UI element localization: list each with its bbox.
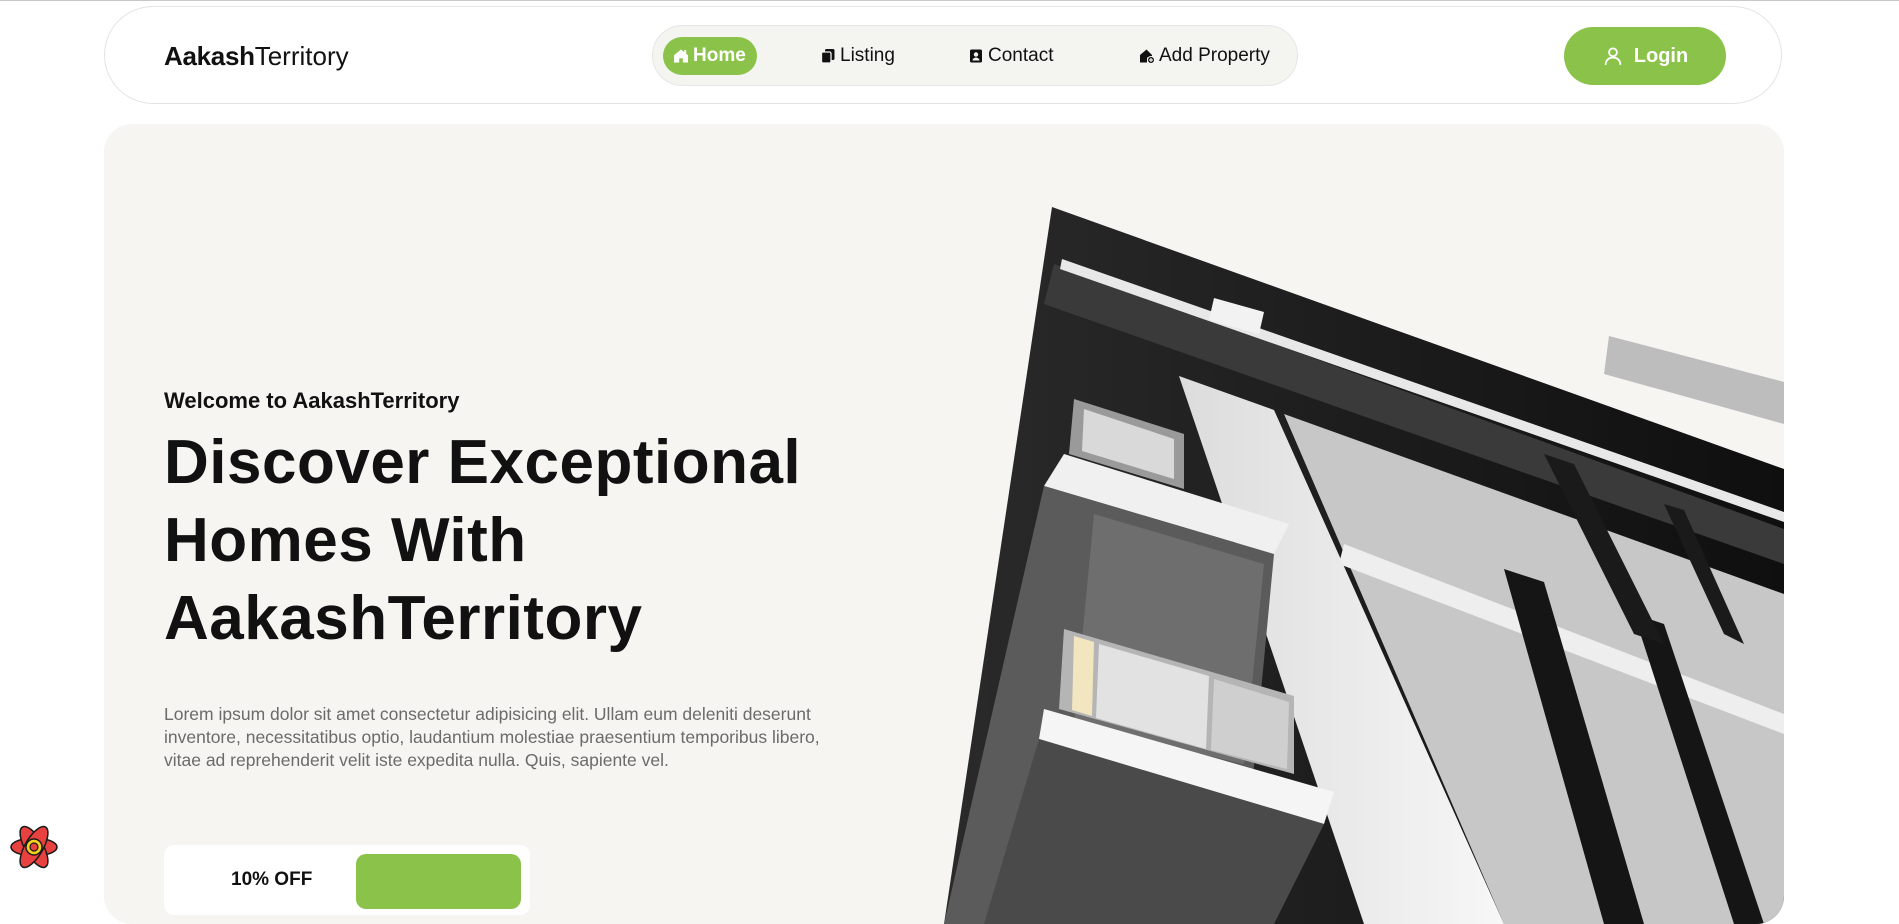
user-icon bbox=[1604, 47, 1622, 66]
nav-item-home[interactable]: Home bbox=[663, 37, 757, 75]
brand-logo[interactable]: AakashTerritory bbox=[164, 41, 349, 71]
hero-welcome-text: Welcome to AakashTerritory bbox=[164, 388, 460, 413]
contact-card-icon bbox=[970, 49, 982, 63]
hero-headline-line: Homes With bbox=[164, 506, 527, 575]
hero-headline: Discover Exceptional Homes With AakashTe… bbox=[164, 424, 884, 658]
window-top-border bbox=[0, 0, 1899, 1]
nav-item-label: Contact bbox=[988, 45, 1054, 66]
nav-item-label: Home bbox=[693, 45, 746, 66]
hero-headline-line: AakashTerritory bbox=[164, 584, 643, 653]
nav-item-label: Add Property bbox=[1159, 45, 1270, 66]
navbar: AakashTerritory Home Listing Contact Add… bbox=[104, 6, 1782, 104]
nav-item-contact[interactable]: Contact bbox=[968, 37, 1053, 75]
offer-button[interactable] bbox=[356, 854, 521, 909]
offer-card: 10% OFF bbox=[164, 845, 530, 915]
hero-building-image bbox=[944, 207, 1784, 924]
hero-description: Lorem ipsum dolor sit amet consectetur a… bbox=[164, 704, 820, 770]
atom-icon bbox=[10, 825, 58, 869]
offer-text: 10% OFF bbox=[231, 869, 313, 890]
login-button[interactable]: Login bbox=[1564, 27, 1726, 85]
hero-headline-line: Discover Exceptional bbox=[164, 428, 802, 497]
brand-logo-light: Territory bbox=[254, 41, 349, 71]
house-add-icon bbox=[1140, 49, 1155, 64]
main-nav: Home Listing Contact Add Property bbox=[652, 25, 1298, 86]
brand-logo-bold: Aakash bbox=[164, 41, 255, 71]
house-icon bbox=[674, 49, 688, 63]
copy-icon bbox=[820, 49, 835, 64]
nav-item-label: Listing bbox=[840, 45, 895, 66]
hero-section: Welcome to AakashTerritory Discover Exce… bbox=[104, 124, 1784, 924]
login-label: Login bbox=[1633, 44, 1689, 67]
nav-item-add-property[interactable]: Add Property bbox=[1139, 37, 1270, 75]
react-devtools-badge[interactable] bbox=[8, 821, 60, 873]
nav-item-listing[interactable]: Listing bbox=[820, 37, 895, 75]
